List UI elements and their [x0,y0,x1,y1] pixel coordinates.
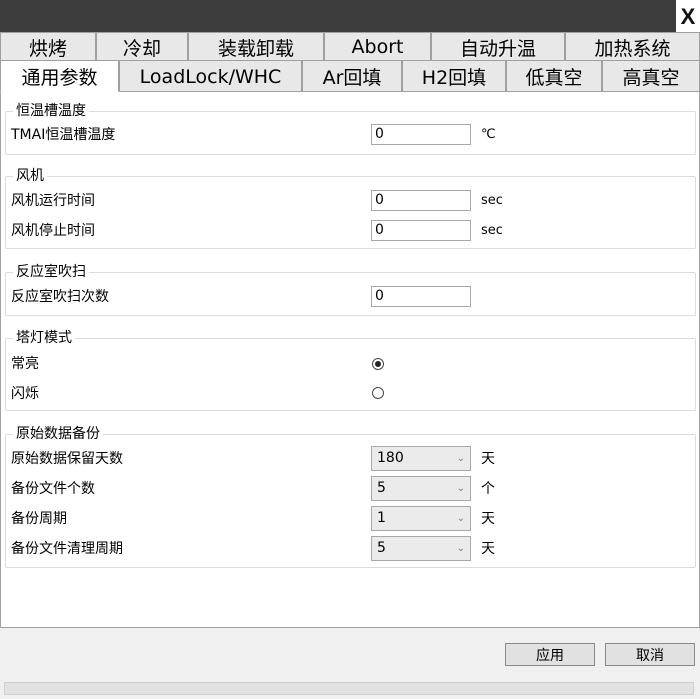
tab-h2-backfill[interactable]: H2回填 [402,60,506,92]
fan-stop-time-label: 风机停止时间 [11,223,95,239]
backup-period-unit: 天 [481,511,495,527]
tab-cooling[interactable]: 冷却 [96,32,188,61]
cleanup-period-label: 备份文件清理周期 [11,541,123,557]
tab-load-unload[interactable]: 装载卸载 [188,32,324,61]
keep-days-value: 180 [377,450,404,466]
fan-run-time-unit: sec [481,193,503,208]
tab-low-vacuum[interactable]: 低真空 [506,60,602,92]
backup-period-label: 备份周期 [11,511,67,527]
tab-row-1: 烘烤 冷却 装载卸载 Abort 自动升温 加热系统 [0,32,700,61]
cancel-button[interactable]: 取消 [605,643,695,666]
close-button[interactable]: X [676,0,700,32]
cleanup-period-value: 5 [377,540,386,556]
fan-stop-time-unit: sec [481,223,503,238]
tmai-temp-label: TMAI恒温槽温度 [11,127,116,143]
group-title: 塔灯模式 [13,330,75,346]
backup-period-value: 1 [377,510,386,526]
tab-ar-backfill[interactable]: Ar回填 [302,60,402,92]
keep-days-select[interactable]: 180 ⌄ [371,446,471,471]
group-title: 反应室吹扫 [13,264,89,280]
file-count-select[interactable]: 5 ⌄ [371,476,471,501]
fan-run-time-input[interactable]: 0 [371,190,471,211]
keep-days-unit: 天 [481,451,495,467]
title-bar: X [0,0,700,32]
general-params-panel: 恒温槽温度 TMAI恒温槽温度 0 ℃ 风机 风机运行时间 0 sec 风机停止… [0,91,700,628]
chevron-down-icon: ⌄ [456,543,465,554]
file-count-unit: 个 [481,481,495,497]
fan-run-time-label: 风机运行时间 [11,193,95,209]
file-count-value: 5 [377,480,386,496]
file-count-label: 备份文件个数 [11,481,95,497]
tab-heating-system[interactable]: 加热系统 [565,32,700,61]
close-icon: X [680,4,696,29]
tmai-temp-unit: ℃ [481,127,496,142]
cleanup-period-select[interactable]: 5 ⌄ [371,536,471,561]
tower-light-group: 塔灯模式 常亮 闪烁 [5,330,696,411]
tab-general-params[interactable]: 通用参数 [0,60,119,92]
tower-light-blink-label: 闪烁 [11,386,39,402]
tab-bake[interactable]: 烘烤 [0,32,96,61]
tab-high-vacuum[interactable]: 高真空 [602,60,700,92]
purge-count-input[interactable]: 0 [371,286,471,307]
keep-days-label: 原始数据保留天数 [11,451,123,467]
chevron-down-icon: ⌄ [456,483,465,494]
group-title: 原始数据备份 [13,426,103,442]
cleanup-period-unit: 天 [481,541,495,557]
tab-abort[interactable]: Abort [324,32,431,61]
chevron-down-icon: ⌄ [456,513,465,524]
fan-group: 风机 风机运行时间 0 sec 风机停止时间 0 sec [5,168,696,249]
tab-loadlock-whc[interactable]: LoadLock/WHC [119,60,302,92]
group-title: 恒温槽温度 [13,103,89,119]
thermostat-group: 恒温槽温度 TMAI恒温槽温度 0 ℃ [5,103,696,155]
chevron-down-icon: ⌄ [456,453,465,464]
status-bar [4,682,694,695]
tower-light-steady-radio[interactable] [372,358,384,370]
purge-count-label: 反应室吹扫次数 [11,289,109,305]
purge-group: 反应室吹扫 反应室吹扫次数 0 [5,264,696,316]
tab-auto-heat[interactable]: 自动升温 [431,32,565,61]
apply-button[interactable]: 应用 [505,643,595,666]
fan-stop-time-input[interactable]: 0 [371,220,471,241]
tab-row-2: 通用参数 LoadLock/WHC Ar回填 H2回填 低真空 高真空 [0,60,700,92]
tmai-temp-input[interactable]: 0 [371,124,471,145]
tower-light-blink-radio[interactable] [372,387,384,399]
backup-group: 原始数据备份 原始数据保留天数 180 ⌄ 天 备份文件个数 5 ⌄ 个 备份周… [5,426,696,568]
tower-light-steady-label: 常亮 [11,356,39,372]
backup-period-select[interactable]: 1 ⌄ [371,506,471,531]
group-title: 风机 [13,168,47,184]
